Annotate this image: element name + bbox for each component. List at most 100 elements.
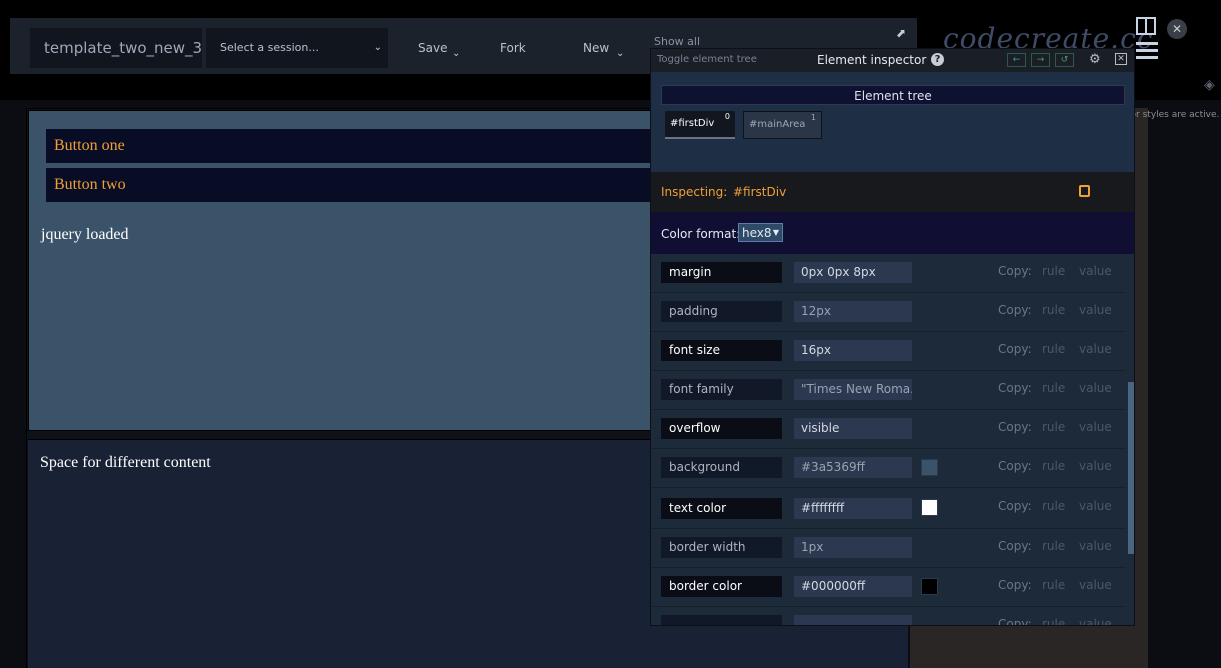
inspecting-value: #firstDiv [733, 185, 787, 199]
element-inspector-panel: Toggle element tree Element inspector ? … [650, 48, 1135, 626]
chevron-down-icon: ⌄ [373, 42, 382, 53]
property-value-input[interactable]: 12px [794, 301, 912, 322]
copy-rule-button[interactable]: rule [1042, 264, 1065, 278]
copy-label: Copy: [998, 303, 1032, 317]
copy-rule-button[interactable]: rule [1042, 539, 1065, 553]
copy-label: Copy: [998, 459, 1032, 473]
fork-button[interactable]: Fork [500, 28, 526, 68]
expand-icon[interactable]: ⬈ [896, 26, 910, 40]
property-name: background [661, 457, 782, 478]
back-arrow-icon[interactable]: ← [1007, 53, 1026, 67]
property-value-input[interactable]: 16px [794, 340, 912, 361]
menu-icon[interactable] [1136, 42, 1158, 60]
property-row: margin 0px 0px 8px Copy: rule value [651, 254, 1126, 293]
copy-rule-button[interactable]: rule [1042, 578, 1065, 592]
copy-label: Copy: [998, 420, 1032, 434]
color-swatch[interactable] [921, 578, 938, 595]
copy-rule-button[interactable]: rule [1042, 342, 1065, 356]
property-name: font family [661, 379, 782, 400]
element-tree: Element tree #firstDiv 0 #mainArea 1 [651, 72, 1134, 172]
property-list: margin 0px 0px 8px Copy: rule value padd… [651, 254, 1126, 626]
gear-icon[interactable]: ⚙ [1089, 52, 1101, 67]
copy-label: Copy: [998, 499, 1032, 513]
save-button[interactable]: Save [418, 28, 447, 68]
property-row: border color #000000ff Copy: rule value [651, 568, 1126, 607]
new-button[interactable]: New [583, 28, 609, 68]
copy-value-button[interactable]: value [1079, 303, 1112, 317]
help-icon[interactable]: ? [931, 53, 944, 66]
property-row: font family "Times New Roma... Copy: rul… [651, 371, 1126, 410]
property-name: font size [661, 340, 782, 361]
copy-label: Copy: [998, 342, 1032, 356]
property-row: text color #ffffffff Copy: rule value [651, 488, 1126, 529]
copy-label: Copy: [998, 617, 1032, 626]
copy-icon[interactable] [1079, 185, 1090, 197]
color-format-bar: Color format: hex8 ▼ [651, 212, 1134, 254]
copy-label: Copy: [998, 381, 1032, 395]
property-value-input[interactable]: #000000ff [794, 576, 912, 597]
copy-label: Copy: [998, 578, 1032, 592]
property-value-input[interactable]: visible [794, 418, 912, 439]
layout-icon[interactable] [1136, 17, 1156, 35]
close-inspector-icon[interactable]: ✕ [1115, 53, 1127, 65]
styles-hint: tor styles are active. [1127, 110, 1220, 120]
property-value-input[interactable] [794, 615, 912, 625]
copy-value-button[interactable]: value [1079, 420, 1112, 434]
copy-label: Copy: [998, 539, 1032, 553]
copy-value-button[interactable]: value [1079, 617, 1112, 625]
copy-label: Copy: [998, 264, 1032, 278]
copy-value-button[interactable]: value [1079, 342, 1112, 356]
scrollbar-thumb[interactable] [1128, 382, 1134, 554]
copy-rule-button[interactable]: rule [1042, 420, 1065, 434]
property-name: text color [661, 498, 782, 519]
inspecting-bar: Inspecting: #firstDiv [651, 172, 1134, 212]
toggle-element-tree-button[interactable]: Toggle element tree [657, 54, 757, 65]
copy-value-button[interactable]: value [1079, 264, 1112, 278]
property-row: border width 1px Copy: rule value [651, 529, 1126, 568]
property-value-input[interactable]: #ffffffff [794, 498, 912, 519]
color-format-select[interactable]: hex8 ▼ [738, 223, 783, 242]
copy-rule-button[interactable]: rule [1042, 617, 1065, 625]
forward-arrow-icon[interactable]: → [1031, 53, 1050, 67]
color-format-label: Color format: [661, 227, 741, 241]
property-value-input[interactable]: "Times New Roma... [794, 379, 912, 400]
copy-rule-button[interactable]: rule [1042, 303, 1065, 317]
save-chevron-icon[interactable]: ⌄ [452, 48, 460, 59]
copy-value-button[interactable]: value [1079, 499, 1112, 513]
property-name: padding [661, 301, 782, 322]
property-name [661, 615, 782, 625]
inspector-header: Toggle element tree Element inspector ? … [651, 49, 1134, 72]
copy-rule-button[interactable]: rule [1042, 499, 1065, 513]
property-value-input[interactable]: 1px [794, 537, 912, 558]
tree-node-label: #mainArea [749, 119, 806, 130]
tree-node-firstdiv[interactable]: #firstDiv 0 [665, 111, 735, 139]
tree-node-mainarea[interactable]: #mainArea 1 [743, 111, 822, 139]
session-select[interactable]: Select a session... ⌄ [206, 28, 388, 68]
new-chevron-icon[interactable]: ⌄ [616, 48, 624, 59]
property-row: font size 16px Copy: rule value [651, 332, 1126, 371]
project-title-input[interactable]: template_two_new_3 [30, 28, 202, 68]
inspecting-label: Inspecting: [661, 185, 728, 199]
copy-rule-button[interactable]: rule [1042, 459, 1065, 473]
color-swatch[interactable] [921, 459, 938, 476]
property-row: Copy: rule value [651, 607, 1126, 626]
inspector-title: Element inspector [817, 53, 927, 67]
copy-value-button[interactable]: value [1079, 459, 1112, 473]
copy-value-button[interactable]: value [1079, 381, 1112, 395]
chevron-down-icon: ▼ [772, 228, 779, 237]
copy-rule-button[interactable]: rule [1042, 381, 1065, 395]
property-scrollbar[interactable] [1126, 254, 1134, 625]
diamond-icon[interactable]: ◈ [1204, 77, 1220, 93]
tree-node-index: 0 [724, 112, 730, 121]
property-value-input[interactable]: 0px 0px 8px [794, 262, 912, 283]
property-value-input[interactable]: #3a5369ff [794, 457, 912, 478]
tree-node-index: 1 [810, 113, 816, 122]
tree-node-label: #firstDiv [670, 118, 715, 129]
property-name: overflow [661, 418, 782, 439]
close-icon[interactable]: ✕ [1167, 19, 1187, 39]
copy-value-button[interactable]: value [1079, 578, 1112, 592]
copy-value-button[interactable]: value [1079, 539, 1112, 553]
color-swatch[interactable] [921, 499, 938, 516]
property-name: border color [661, 576, 782, 597]
undo-icon[interactable]: ↺ [1055, 53, 1074, 67]
